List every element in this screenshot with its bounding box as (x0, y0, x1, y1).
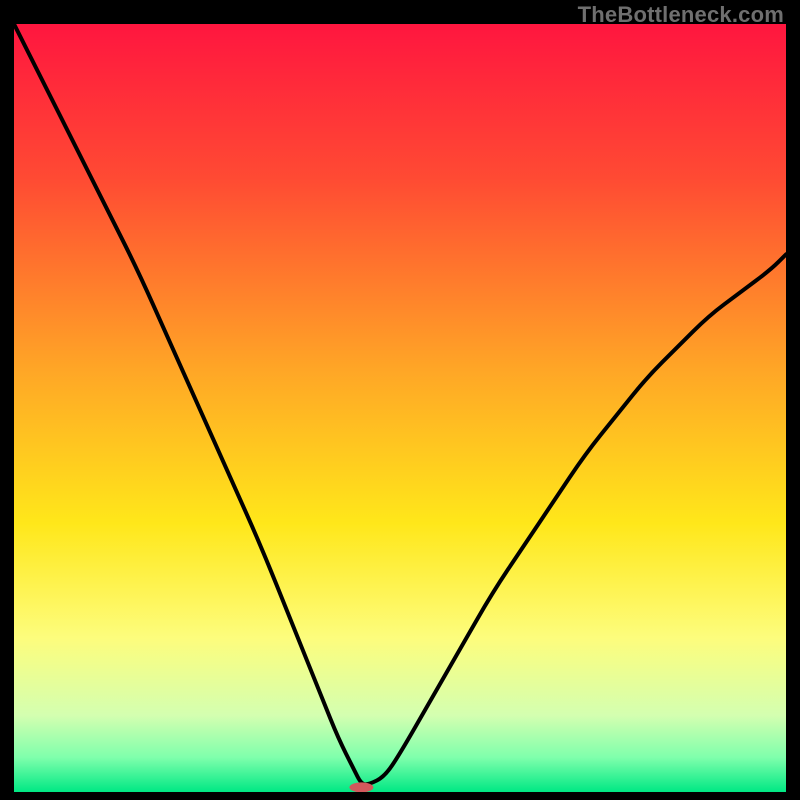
gradient-background (14, 24, 786, 792)
chart-frame (14, 24, 786, 792)
optimal-point-marker (349, 782, 373, 792)
bottleneck-chart (14, 24, 786, 792)
